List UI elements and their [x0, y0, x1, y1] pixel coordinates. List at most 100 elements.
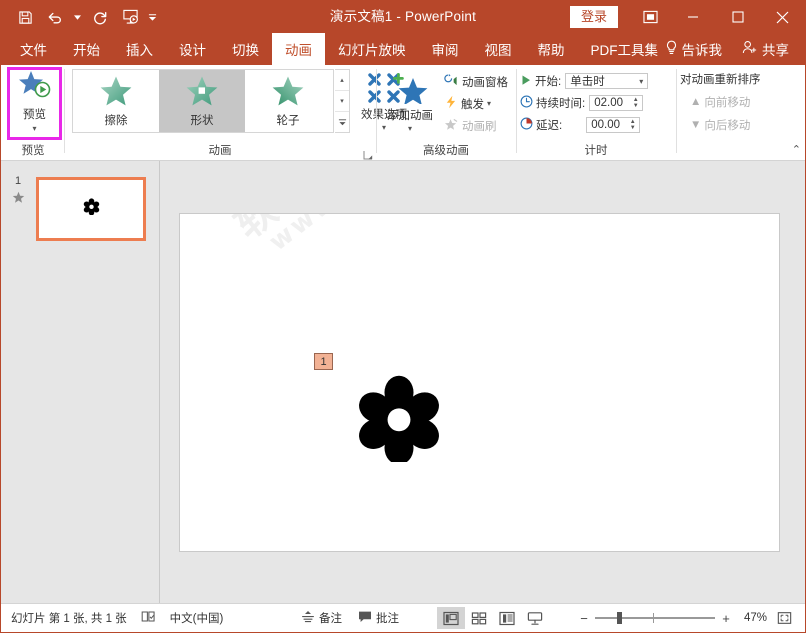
- sign-in-button[interactable]: 登录: [570, 6, 618, 28]
- animation-pane-icon: [444, 73, 459, 90]
- tab-design[interactable]: 设计: [166, 33, 219, 65]
- ribbon-tab-strip: 文件 开始 插入 设计 切换 动画 幻灯片放映 审阅 视图 帮助 PDF工具集 …: [1, 33, 805, 65]
- fit-slide-icon[interactable]: [773, 608, 795, 628]
- notes-label: 备注: [319, 610, 342, 626]
- animation-dialog-launcher[interactable]: [363, 147, 373, 157]
- lightbulb-icon: [665, 40, 678, 58]
- tell-me-label: 告诉我: [682, 39, 723, 59]
- tab-transitions[interactable]: 切换: [219, 33, 272, 65]
- trigger-caret[interactable]: ▾: [487, 99, 491, 108]
- watermark-text-top: 软件自学网: [220, 213, 516, 250]
- duration-value: 02.00: [594, 97, 630, 109]
- delay-spinner[interactable]: 00.00 ▲▼: [586, 117, 640, 133]
- animation-pane-button[interactable]: 动画窗格: [444, 73, 508, 90]
- slide-canvas[interactable]: 软件自学网 www.rjzxw.com 1: [179, 213, 780, 552]
- animation-preset-wheel[interactable]: 轮子: [245, 70, 331, 132]
- view-buttons: [437, 607, 549, 629]
- animation-order-tag[interactable]: 1: [314, 353, 333, 370]
- ribbon-group-reorder: 对动画重新排序 ▲ 向前移动 ▼ 向后移动: [676, 65, 804, 160]
- start-value: 单击时: [570, 73, 635, 89]
- tell-me-button[interactable]: 告诉我: [657, 39, 731, 59]
- animation-preset-label: 形状: [191, 112, 214, 128]
- reorder-title: 对动画重新排序: [680, 71, 761, 87]
- zoom-slider-track: [595, 617, 715, 619]
- tab-view[interactable]: 视图: [472, 33, 525, 65]
- triangle-down-icon: ▼: [690, 119, 701, 131]
- animation-painter-icon: [444, 117, 459, 134]
- delay-spinner-arrows[interactable]: ▲▼: [627, 119, 638, 131]
- move-later-button[interactable]: ▼ 向后移动: [690, 117, 750, 133]
- delay-label: 延迟:: [536, 117, 562, 133]
- tab-file[interactable]: 文件: [7, 33, 60, 65]
- duration-spinner-arrows[interactable]: ▲▼: [630, 97, 641, 109]
- thumbnail-flower-shape: [83, 198, 100, 220]
- chevron-down-icon: ▾: [639, 77, 643, 86]
- star-shape-icon: [185, 75, 219, 111]
- preview-dropdown-caret[interactable]: ▾: [32, 125, 36, 133]
- lightning-icon: [444, 95, 458, 112]
- animation-painter-button[interactable]: 动画刷: [444, 117, 497, 134]
- collapse-ribbon-button[interactable]: ⌃: [792, 143, 801, 156]
- star-wipe-icon: [99, 75, 133, 111]
- gallery-scroll-down-button[interactable]: ▾: [335, 90, 349, 111]
- ribbon-group-timing: 开始: 单击时 ▾ 持续时间: 02.00 ▲▼: [516, 65, 676, 160]
- duration-spinner[interactable]: 02.00 ▲▼: [589, 95, 643, 111]
- animation-preset-wipe[interactable]: 擦除: [73, 70, 159, 132]
- share-button[interactable]: 共享: [734, 39, 797, 59]
- slide-thumbnail-pane: 1: [1, 161, 160, 605]
- ribbon-group-animation: 擦除 形状: [64, 65, 376, 160]
- notes-button[interactable]: 备注: [301, 610, 342, 626]
- normal-view-button[interactable]: [437, 607, 465, 629]
- start-dropdown[interactable]: 单击时 ▾: [565, 73, 648, 89]
- comments-button[interactable]: 批注: [358, 610, 399, 626]
- triangle-up-icon: ▲: [690, 96, 701, 108]
- tab-insert[interactable]: 插入: [113, 33, 166, 65]
- animation-pane-label: 动画窗格: [462, 74, 508, 90]
- slideshow-view-button[interactable]: [521, 607, 549, 629]
- notes-icon: [301, 610, 315, 626]
- tab-review[interactable]: 审阅: [419, 33, 472, 65]
- add-animation-button[interactable]: 添加动画 ▾: [381, 73, 439, 133]
- add-animation-label: 添加动画: [387, 110, 433, 123]
- status-right: 备注 批注: [301, 607, 805, 629]
- share-label: 共享: [762, 39, 789, 59]
- proofing-icon[interactable]: [141, 610, 156, 626]
- delay-clock-icon: [520, 117, 533, 133]
- tab-help[interactable]: 帮助: [525, 33, 578, 65]
- spin-down-icon: ▼: [630, 103, 641, 109]
- preview-button[interactable]: 预览 ▾: [10, 70, 59, 137]
- zoom-slider[interactable]: [595, 612, 715, 624]
- trigger-button[interactable]: 触发 ▾: [444, 95, 491, 112]
- zoom-in-button[interactable]: +: [721, 611, 731, 626]
- gallery-more-button[interactable]: [335, 111, 349, 132]
- tab-home[interactable]: 开始: [60, 33, 113, 65]
- gallery-scroll-up-button[interactable]: ▴: [335, 70, 349, 90]
- star-wheel-icon: [271, 75, 305, 111]
- ribbon-display-options-icon[interactable]: [630, 1, 670, 33]
- zoom-controls: − + 47%: [579, 608, 795, 628]
- slide-count-label[interactable]: 幻灯片 第 1 张, 共 1 张: [11, 610, 127, 626]
- thumbnail-animation-star-icon: [12, 191, 25, 209]
- maximize-button[interactable]: [715, 1, 760, 33]
- clock-icon: [520, 95, 533, 111]
- minimize-button[interactable]: [670, 1, 715, 33]
- person-add-icon: [742, 40, 758, 58]
- flower-shape[interactable]: [355, 374, 443, 467]
- delay-value: 00.00: [591, 119, 627, 131]
- zoom-percent-label[interactable]: 47%: [737, 612, 767, 624]
- animation-preset-shape[interactable]: 形状: [159, 70, 245, 132]
- spin-down-icon: ▼: [627, 125, 638, 131]
- preview-group-label: 预览: [2, 142, 64, 158]
- slide-thumbnail-1[interactable]: [36, 177, 146, 241]
- add-animation-caret[interactable]: ▾: [408, 125, 412, 133]
- ribbon-tabs: 文件 开始 插入 设计 切换 动画 幻灯片放映 审阅 视图 帮助 PDF工具集: [7, 33, 671, 65]
- move-earlier-button[interactable]: ▲ 向前移动: [690, 94, 750, 110]
- tab-animations[interactable]: 动画: [272, 33, 325, 65]
- language-label[interactable]: 中文(中国): [170, 610, 224, 626]
- zoom-out-button[interactable]: −: [579, 611, 589, 626]
- reading-view-button[interactable]: [493, 607, 521, 629]
- zoom-slider-handle[interactable]: [617, 612, 622, 624]
- tab-slideshow[interactable]: 幻灯片放映: [325, 33, 419, 65]
- slide-sorter-view-button[interactable]: [465, 607, 493, 629]
- close-button[interactable]: [760, 1, 805, 33]
